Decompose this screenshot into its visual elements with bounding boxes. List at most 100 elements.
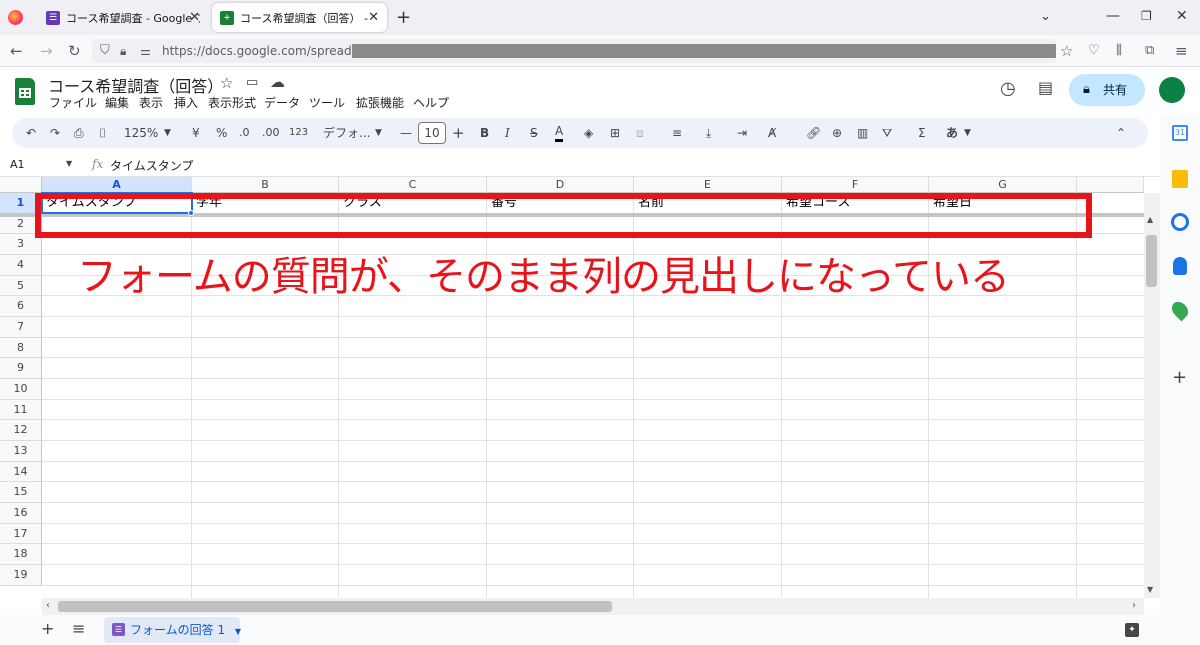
row-header[interactable]: 17 xyxy=(0,523,42,545)
horizontal-scrollbar[interactable]: ‹ › xyxy=(42,598,1144,615)
firefox-icon[interactable] xyxy=(8,10,23,25)
input-tools-button[interactable]: あ xyxy=(946,124,958,142)
menu-item-6[interactable]: ツール xyxy=(309,94,345,111)
text-wrap-icon[interactable]: ⇥ xyxy=(737,124,747,142)
new-tab-icon[interactable]: + xyxy=(396,7,411,28)
column-header[interactable] xyxy=(1077,177,1144,193)
browser-tab-sheet[interactable]: + コース希望調査（回答） - Google ✕ xyxy=(212,3,387,32)
tasks-icon[interactable] xyxy=(1171,213,1189,231)
browser-tab-form[interactable]: ☰ コース希望調査 - Google フォーム ✕ xyxy=(38,3,208,32)
reload-icon[interactable]: ↻ xyxy=(68,41,81,61)
contacts-icon[interactable] xyxy=(1173,257,1187,275)
row-header[interactable]: 19 xyxy=(0,565,42,586)
all-sheets-icon[interactable]: ≡ xyxy=(72,619,85,638)
row-header[interactable]: 9 xyxy=(0,358,42,380)
avatar[interactable] xyxy=(1159,77,1185,103)
row-header[interactable]: 5 xyxy=(0,275,42,297)
spreadsheet-grid[interactable]: A B C D E F G 1 2 3 4 5 6 7 8 9 10 11 12 13 14 15 16 17 18 19 タイムス… xyxy=(0,177,1144,598)
extensions-icon[interactable]: ⧉ xyxy=(1145,41,1154,61)
filter-icon[interactable]: ⛛ xyxy=(882,124,892,142)
row-header[interactable]: 13 xyxy=(0,441,42,462)
url-bar[interactable]: ⛉ 🔒︎ ⚌ https://docs.google.com/spreadshe… xyxy=(92,39,1056,63)
close-window-icon[interactable]: ✕ xyxy=(1176,8,1188,24)
row-header[interactable]: 18 xyxy=(0,544,42,566)
pocket-icon[interactable]: ♡ xyxy=(1088,41,1100,61)
select-all-corner[interactable] xyxy=(0,177,42,193)
text-rotation-icon[interactable]: Ⱥ xyxy=(768,124,776,142)
vertical-scrollbar[interactable]: ▲ ▼ xyxy=(1144,193,1160,598)
column-header[interactable]: E xyxy=(634,177,782,193)
scroll-right-icon[interactable]: › xyxy=(1132,600,1136,611)
row-header[interactable]: 4 xyxy=(0,255,42,276)
restore-icon[interactable]: ❐ xyxy=(1141,9,1152,23)
share-button[interactable]: 🔒︎ 共有 xyxy=(1069,74,1145,106)
column-header[interactable]: A xyxy=(42,177,192,193)
percent-button[interactable]: % xyxy=(216,124,227,142)
scroll-up-icon[interactable]: ▲ xyxy=(1147,215,1153,224)
vertical-scroll-thumb[interactable] xyxy=(1146,235,1157,287)
get-addons-icon[interactable]: + xyxy=(1172,367,1187,388)
merge-cells-icon[interactable]: ⧈ xyxy=(636,124,644,142)
decrease-font-size-button[interactable]: — xyxy=(400,124,412,142)
column-header[interactable]: C xyxy=(339,177,487,193)
row-header[interactable]: 12 xyxy=(0,420,42,442)
menu-item-7[interactable]: 拡張機能 xyxy=(356,94,404,111)
menu-item-4[interactable]: 表示形式 xyxy=(208,94,256,111)
row-header[interactable]: 6 xyxy=(0,296,42,317)
link-icon[interactable]: 🔗︎ xyxy=(806,124,821,142)
scroll-down-icon[interactable]: ▼ xyxy=(1147,585,1153,594)
text-color-button[interactable]: A xyxy=(555,124,564,142)
currency-button[interactable]: ¥ xyxy=(192,124,200,142)
chevron-down-icon[interactable]: ▼ xyxy=(235,627,241,636)
menu-item-0[interactable]: ファイル xyxy=(49,94,97,111)
row-header[interactable]: 7 xyxy=(0,317,42,338)
menu-item-3[interactable]: 挿入 xyxy=(174,94,198,111)
row-header[interactable]: 8 xyxy=(0,337,42,359)
insert-comment-icon[interactable]: ⊕ xyxy=(832,124,842,142)
italic-button[interactable]: I xyxy=(505,124,510,142)
keep-icon[interactable] xyxy=(1172,170,1188,188)
name-box[interactable]: A1 xyxy=(10,158,25,171)
back-icon[interactable]: ← xyxy=(10,41,23,61)
menu-item-8[interactable]: ヘルプ xyxy=(413,94,449,111)
menu-item-5[interactable]: データ xyxy=(264,94,300,111)
add-sheet-icon[interactable]: + xyxy=(41,619,54,638)
scroll-left-icon[interactable]: ‹ xyxy=(46,600,50,611)
menu-item-2[interactable]: 表示 xyxy=(139,94,163,111)
redo-icon[interactable]: ↷ xyxy=(50,124,60,142)
library-icon[interactable]: ⫼ xyxy=(1116,41,1122,61)
undo-icon[interactable]: ↶ xyxy=(26,124,36,142)
calendar-icon[interactable]: 31 xyxy=(1172,125,1188,141)
sheet-tab[interactable]: ☰ フォームの回答 1 ▼ xyxy=(104,617,241,643)
increase-decimal-button[interactable]: .00 xyxy=(262,124,280,142)
fill-color-icon[interactable]: ◈ xyxy=(584,124,593,142)
horizontal-scroll-thumb[interactable] xyxy=(58,601,612,612)
comment-icon[interactable]: ▤ xyxy=(1038,78,1053,97)
move-folder-icon[interactable]: ▭ xyxy=(246,75,258,90)
column-header[interactable]: D xyxy=(487,177,634,193)
increase-font-size-button[interactable]: + xyxy=(452,124,465,142)
forward-icon[interactable]: → xyxy=(40,41,53,61)
close-icon[interactable]: ✕ xyxy=(189,10,200,25)
chevron-down-icon[interactable]: ▼ xyxy=(66,159,72,168)
close-icon[interactable]: ✕ xyxy=(368,10,379,25)
explore-icon[interactable]: ✦ xyxy=(1125,623,1139,637)
sheets-logo-icon[interactable] xyxy=(15,78,35,105)
column-header[interactable]: G xyxy=(929,177,1077,193)
zoom-select[interactable]: 125% xyxy=(124,124,158,142)
star-icon[interactable]: ☆ xyxy=(220,74,233,92)
chevron-down-icon[interactable]: ▼ xyxy=(375,124,382,142)
paint-format-icon[interactable]: ⌷ xyxy=(99,124,106,142)
print-icon[interactable]: ⎙ xyxy=(74,124,84,142)
star-icon[interactable]: ☆ xyxy=(1060,41,1073,61)
app-menu-icon[interactable]: ≡ xyxy=(1175,41,1188,61)
chevron-down-icon[interactable]: ▼ xyxy=(164,124,171,142)
cloud-status-icon[interactable]: ☁ xyxy=(270,73,285,91)
functions-icon[interactable]: Σ xyxy=(918,124,926,142)
bold-button[interactable]: B xyxy=(480,124,489,142)
collapse-toolbar-icon[interactable]: ⌃ xyxy=(1116,124,1126,142)
row-header[interactable]: 16 xyxy=(0,503,42,524)
history-icon[interactable]: ◷ xyxy=(1000,78,1016,99)
font-select[interactable]: デフォ... xyxy=(323,124,370,142)
row-header[interactable]: 10 xyxy=(0,379,42,400)
